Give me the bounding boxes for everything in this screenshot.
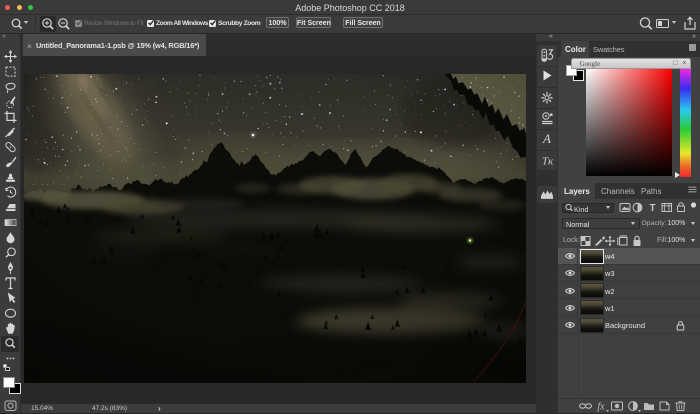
svg-text:T: T bbox=[649, 203, 655, 214]
svg-text:fx: fx bbox=[597, 401, 605, 412]
svg-text:Tᴋ: Tᴋ bbox=[542, 156, 554, 168]
svg-text:A: A bbox=[542, 131, 551, 146]
